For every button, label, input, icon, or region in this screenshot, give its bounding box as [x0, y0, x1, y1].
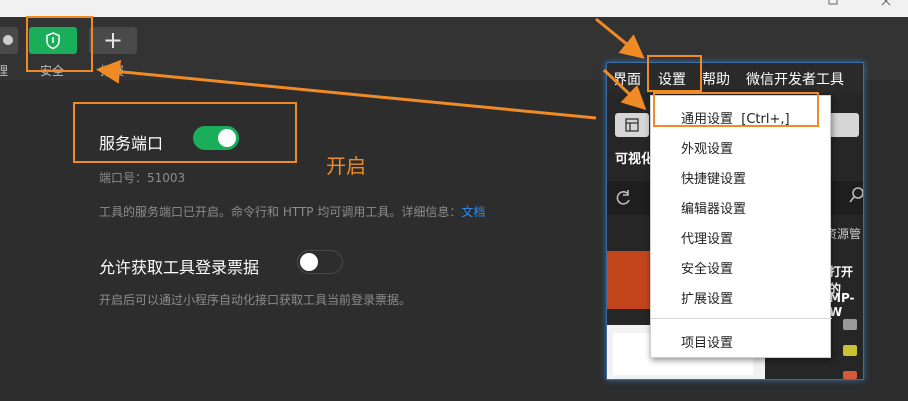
arrow-to-security-tab	[96, 59, 597, 120]
annotation-arrows	[96, 17, 647, 120]
arrow-to-general-settings	[602, 68, 647, 111]
arrow-to-settings-menu	[595, 17, 645, 59]
